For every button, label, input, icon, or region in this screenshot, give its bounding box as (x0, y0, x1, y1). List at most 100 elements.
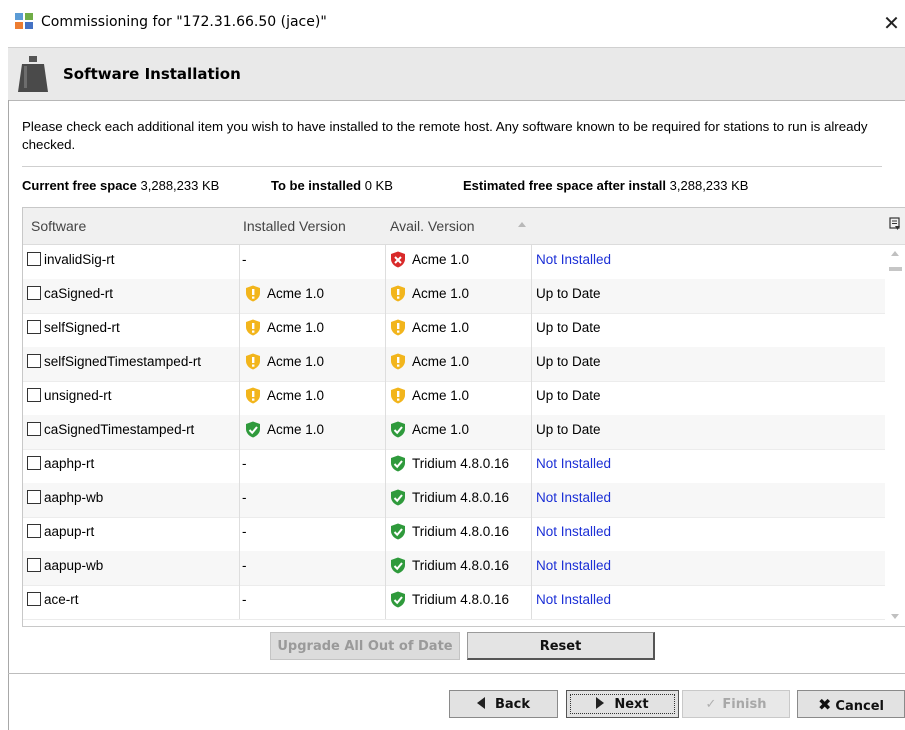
status-text: Up to Date (536, 388, 601, 403)
status-text: Not Installed (536, 456, 612, 471)
yellow-shield-icon (390, 317, 406, 336)
scroll-thumb[interactable] (889, 267, 902, 271)
weight-icon (18, 56, 48, 92)
install-status: Not Installed (531, 551, 876, 585)
install-checkbox[interactable] (27, 354, 41, 368)
avail-version-cell: Tridium 4.8.0.16 (385, 585, 535, 619)
sort-ascending-icon (518, 222, 526, 227)
install-checkbox[interactable] (27, 456, 41, 470)
column-header-software[interactable]: Software (31, 218, 86, 234)
install-status: Not Installed (531, 585, 876, 619)
install-status: Not Installed (531, 517, 876, 551)
column-chooser-icon[interactable] (889, 217, 901, 231)
software-name: ace-rt (44, 592, 79, 607)
avail-version-cell: Acme 1.0 (385, 245, 535, 279)
green-shield-icon (390, 419, 406, 438)
instructions-text: Please check each additional item you wi… (22, 119, 868, 152)
installed-version: - (242, 558, 247, 573)
table-row[interactable]: aaphp-wb - Tridium 4.8.0.16 Not Installed (23, 483, 885, 518)
software-name: caSignedTimestamped-rt (44, 422, 195, 437)
install-checkbox[interactable] (27, 388, 41, 402)
table-row[interactable]: aaphp-rt - Tridium 4.8.0.16 Not Installed (23, 449, 885, 484)
install-checkbox[interactable] (27, 524, 41, 538)
status-text: Up to Date (536, 422, 601, 437)
x-icon: ✖ (818, 695, 832, 714)
table-row[interactable]: aapup-wb - Tridium 4.8.0.16 Not Installed (23, 551, 885, 586)
install-checkbox[interactable] (27, 490, 41, 504)
status-text: Up to Date (536, 286, 601, 301)
green-shield-icon (390, 453, 406, 472)
table-row[interactable]: invalidSig-rt - Acme 1.0 Not Installed (23, 245, 885, 280)
avail-version-cell: Tridium 4.8.0.16 (385, 551, 535, 585)
installed-version-cell: Acme 1.0 (239, 347, 387, 381)
table-row[interactable]: selfSignedTimestamped-rt Acme 1.0 Acme 1.0… (23, 347, 885, 382)
avail-version: Acme 1.0 (412, 252, 470, 267)
install-checkbox[interactable] (27, 286, 41, 300)
avail-version-cell: Tridium 4.8.0.16 (385, 517, 535, 551)
installed-version: Acme 1.0 (267, 320, 325, 335)
install-checkbox[interactable] (27, 320, 41, 334)
green-shield-icon (390, 555, 406, 574)
table-header: Software Installed Version Avail. Versio… (23, 208, 905, 245)
install-checkbox[interactable] (27, 422, 41, 436)
title-bar: Commissioning for "172.31.66.50 (jace)" … (0, 0, 905, 46)
installed-version-cell: - (239, 483, 387, 517)
upgrade-all-button[interactable]: Upgrade All Out of Date (270, 632, 460, 660)
install-status: Up to Date (531, 381, 876, 415)
yellow-shield-icon (245, 385, 261, 404)
close-button[interactable]: ✕ (878, 8, 905, 38)
yellow-shield-icon (390, 283, 406, 302)
status-text: Not Installed (536, 524, 612, 539)
table-row[interactable]: caSignedTimestamped-rt Acme 1.0 Acme 1.0 Up… (23, 415, 885, 450)
table-row[interactable]: ace-rt - Tridium 4.8.0.16 Not Installed (23, 585, 885, 620)
avail-version: Acme 1.0 (412, 286, 470, 301)
finish-button[interactable]: ✓ Finish (682, 690, 790, 718)
avail-version-cell: Tridium 4.8.0.16 (385, 483, 535, 517)
installed-version-cell: - (239, 585, 387, 619)
next-button[interactable]: Next (566, 690, 679, 718)
installed-version-cell: - (239, 245, 387, 279)
reset-button[interactable]: Reset (467, 632, 655, 660)
status-text: Up to Date (536, 320, 601, 335)
scroll-down-icon[interactable] (891, 614, 899, 619)
software-name: selfSignedTimestamped-rt (44, 354, 202, 369)
software-name: invalidSig-rt (44, 252, 115, 267)
software-cell: aapup-rt (27, 517, 237, 551)
to-be-installed: To be installed 0 KB (271, 178, 393, 193)
installed-version: - (242, 524, 247, 539)
column-header-avail-version[interactable]: Avail. Version (390, 218, 475, 234)
installed-version-cell: - (239, 551, 387, 585)
install-checkbox[interactable] (27, 558, 41, 572)
install-checkbox[interactable] (27, 592, 41, 606)
yellow-shield-icon (245, 283, 261, 302)
app-icon (15, 13, 33, 29)
install-status: Up to Date (531, 313, 876, 347)
table-row[interactable]: caSigned-rt Acme 1.0 Acme 1.0 Up to Date (23, 279, 885, 314)
wizard-step-title: Software Installation (63, 65, 241, 83)
table-row[interactable]: unsigned-rt Acme 1.0 Acme 1.0 Up to Date (23, 381, 885, 416)
avail-version: Tridium 4.8.0.16 (412, 592, 510, 607)
installed-version: Acme 1.0 (267, 354, 325, 369)
column-header-installed-version[interactable]: Installed Version (243, 218, 346, 234)
estimated-free-space: Estimated free space after install 3,288… (463, 178, 749, 193)
yellow-shield-icon (245, 351, 261, 370)
install-status: Not Installed (531, 245, 876, 279)
avail-version-cell: Acme 1.0 (385, 279, 535, 313)
install-checkbox[interactable] (27, 252, 41, 266)
software-cell: unsigned-rt (27, 381, 237, 415)
yellow-shield-icon (245, 317, 261, 336)
green-shield-icon (390, 521, 406, 540)
back-button[interactable]: Back (449, 690, 558, 718)
yellow-shield-icon (390, 385, 406, 404)
avail-version: Acme 1.0 (412, 320, 470, 335)
scroll-up-icon[interactable] (891, 251, 899, 256)
cancel-button[interactable]: ✖ Cancel (797, 690, 905, 718)
wizard-banner: Software Installation (8, 47, 905, 101)
arrow-left-icon (476, 697, 485, 709)
avail-version: Tridium 4.8.0.16 (412, 456, 510, 471)
install-status: Up to Date (531, 347, 876, 381)
table-row[interactable]: aapup-rt - Tridium 4.8.0.16 Not Installed (23, 517, 885, 552)
table-row[interactable]: selfSigned-rt Acme 1.0 Acme 1.0 Up to Date (23, 313, 885, 348)
vertical-scrollbar[interactable] (885, 245, 905, 626)
install-status: Up to Date (531, 279, 876, 313)
